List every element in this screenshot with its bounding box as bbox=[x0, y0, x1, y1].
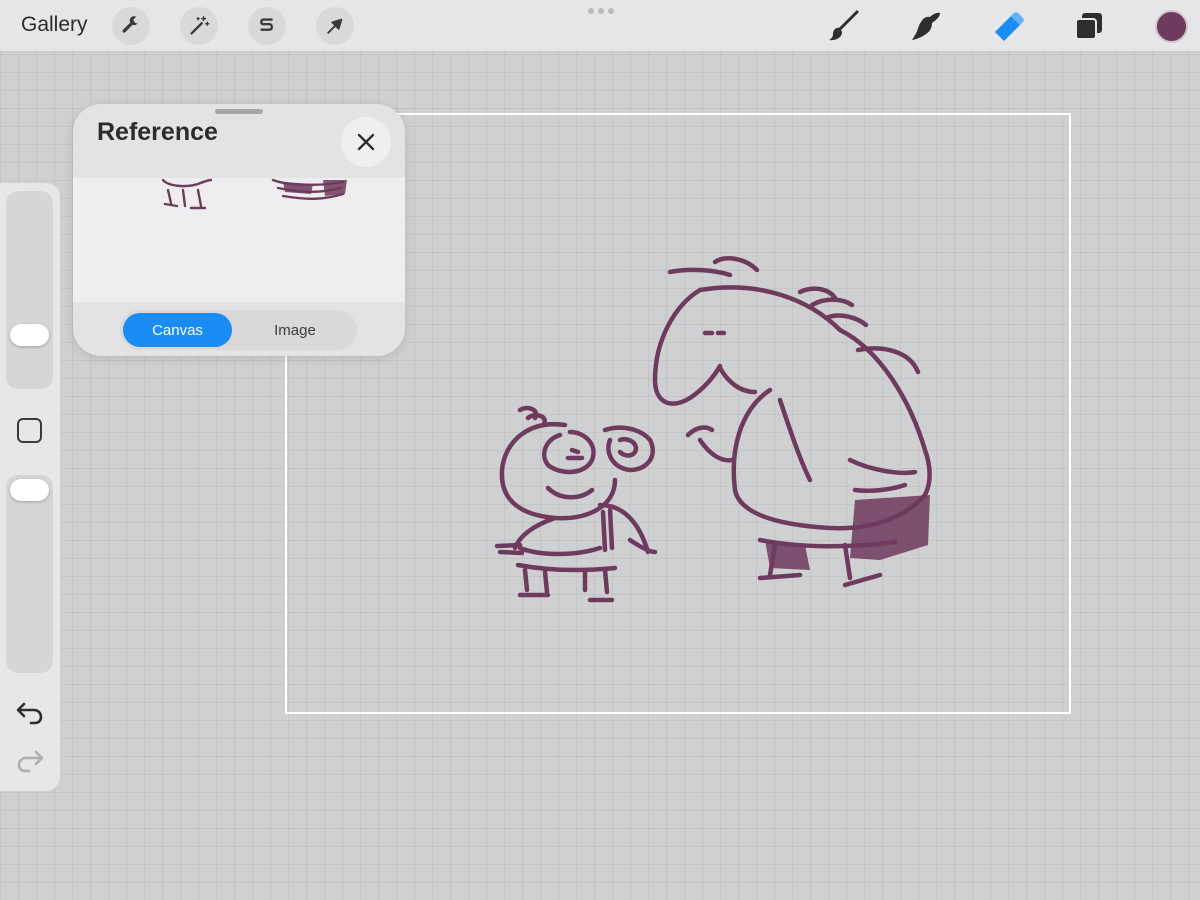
opacity-slider[interactable] bbox=[6, 475, 53, 673]
brush-size-thumb[interactable] bbox=[10, 324, 49, 346]
brush-size-slider[interactable] bbox=[6, 191, 53, 389]
reference-panel[interactable]: Reference Canvas Image bbox=[73, 104, 405, 356]
reference-thumbnail bbox=[161, 178, 347, 210]
reference-preview bbox=[73, 178, 405, 302]
tab-image[interactable]: Image bbox=[240, 313, 350, 347]
reference-source-toggle: Canvas Image bbox=[120, 310, 357, 350]
opacity-thumb[interactable] bbox=[10, 479, 49, 501]
close-icon bbox=[357, 133, 375, 151]
panel-title: Reference bbox=[97, 118, 218, 146]
close-button[interactable] bbox=[341, 117, 391, 167]
undo-icon[interactable] bbox=[15, 698, 45, 726]
modify-button[interactable] bbox=[17, 418, 42, 443]
left-sidebar bbox=[0, 183, 60, 791]
redo-icon[interactable] bbox=[15, 746, 45, 774]
panel-drag-handle[interactable] bbox=[215, 109, 263, 114]
tab-canvas[interactable]: Canvas bbox=[123, 313, 232, 347]
